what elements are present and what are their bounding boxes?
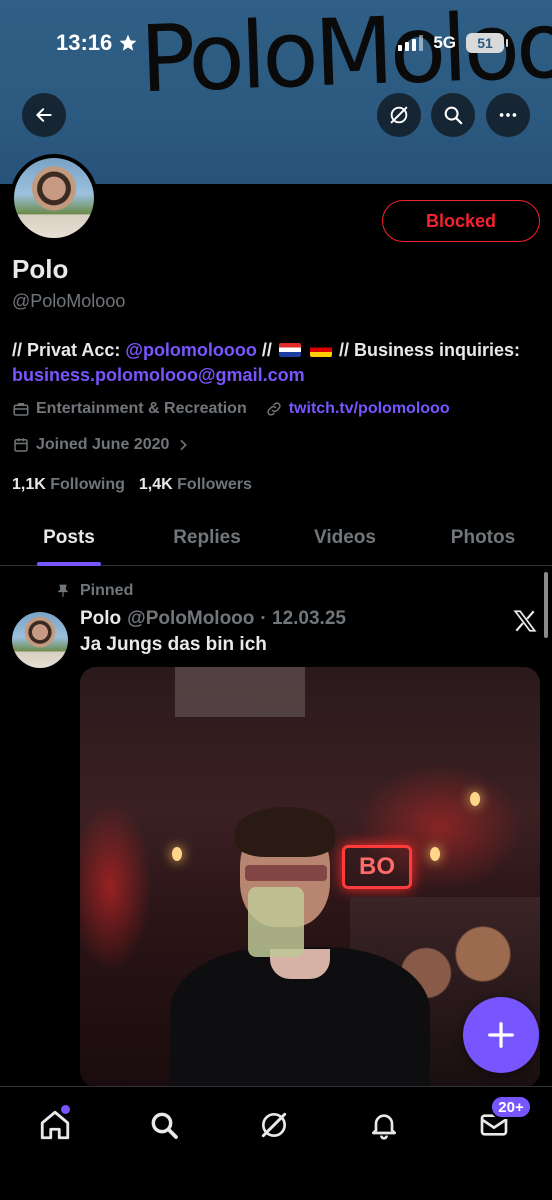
joined-date: Joined June 2020 xyxy=(36,436,170,453)
pinned-label: Pinned xyxy=(80,582,134,599)
followers-label: Followers xyxy=(177,476,252,493)
grok-icon xyxy=(261,1112,287,1138)
tab-photos[interactable]: Photos xyxy=(414,510,552,565)
search-icon xyxy=(444,106,463,125)
notifications-icon xyxy=(372,1114,396,1140)
profile-avatar[interactable] xyxy=(10,154,98,242)
more-button[interactable] xyxy=(486,93,530,137)
pin-icon xyxy=(57,584,69,597)
grok-icon xyxy=(390,106,408,124)
network-label: 5G xyxy=(433,33,456,52)
follow-stats: 1,1K Following 1,4K Followers xyxy=(12,476,252,494)
post-author-name[interactable]: Polo xyxy=(80,608,121,630)
plus-icon xyxy=(488,1022,514,1048)
following-count: 1,1K xyxy=(12,476,46,493)
bio-email-link[interactable]: business.polomolooo@gmail.com xyxy=(12,365,305,385)
more-icon xyxy=(499,113,517,117)
photo-person-glasses xyxy=(245,865,327,881)
post-avatar[interactable] xyxy=(12,612,68,668)
photo-neon-sign: BO xyxy=(342,845,412,889)
post-text: Ja Jungs das bin ich xyxy=(80,634,267,655)
tab-videos[interactable]: Videos xyxy=(276,510,414,565)
profile-website-link[interactable]: twitch.tv/polomolooo xyxy=(289,400,450,418)
search-icon xyxy=(151,1112,178,1139)
bio-private-link[interactable]: @polomoloooo xyxy=(125,340,257,360)
tab-replies[interactable]: Replies xyxy=(138,510,276,565)
nav-home[interactable] xyxy=(31,1101,79,1149)
briefcase-icon xyxy=(13,403,29,416)
scrollbar[interactable] xyxy=(544,572,548,638)
germany-flag-icon xyxy=(309,343,332,357)
profile-meta-row: Entertainment & Recreation twitch.tv/pol… xyxy=(12,400,450,418)
grok-button[interactable] xyxy=(377,93,421,137)
back-button[interactable] xyxy=(22,93,66,137)
battery-icon: 51 xyxy=(466,33,508,53)
status-indicators: 5G 51 xyxy=(398,33,508,53)
photo-ceiling-vent xyxy=(175,667,305,717)
following-label: Following xyxy=(50,476,125,493)
following-stat[interactable]: 1,1K Following xyxy=(12,476,125,494)
star-icon xyxy=(119,34,137,51)
bottom-nav: 20+ xyxy=(0,1086,552,1200)
profile-banner[interactable]: PoloMolooo xyxy=(0,0,552,184)
croatia-flag-icon xyxy=(278,343,301,357)
nav-search[interactable] xyxy=(140,1101,188,1149)
followers-count: 1,4K xyxy=(138,476,173,493)
battery-level: 51 xyxy=(477,35,493,51)
nav-notifications[interactable] xyxy=(360,1101,408,1149)
profile-bio: // Privat Acc: @polomoloooo // // Busine… xyxy=(12,338,532,388)
followers-stat[interactable]: 1,4K Followers xyxy=(139,476,252,494)
profile-name: Polo xyxy=(12,254,69,284)
photo-bulb xyxy=(172,847,182,861)
nav-grok[interactable] xyxy=(250,1101,298,1149)
bio-mid: // xyxy=(256,340,277,360)
banner-handwriting: PoloMolooo xyxy=(138,0,552,114)
link-icon xyxy=(267,402,281,416)
status-time: 13:16 xyxy=(56,30,138,56)
tab-posts[interactable]: Posts xyxy=(0,510,138,565)
joined-row[interactable]: Joined June 2020 xyxy=(12,436,191,454)
post-header: Polo @PoloMolooo · 12.03.25 xyxy=(80,608,346,630)
nav-messages[interactable]: 20+ xyxy=(470,1095,532,1149)
compose-post-button[interactable] xyxy=(463,997,539,1073)
status-time-text: 13:16 xyxy=(56,30,113,55)
home-unread-dot xyxy=(61,1105,70,1114)
pinned-indicator: Pinned xyxy=(56,582,133,600)
chevron-right-icon xyxy=(180,439,188,451)
photo-person-hair xyxy=(235,807,335,857)
x-logo-icon[interactable] xyxy=(512,608,538,634)
photo-bulb xyxy=(430,847,440,861)
bio-prefix: // Privat Acc: xyxy=(12,340,126,360)
profile-tabs: Posts Replies Videos Photos xyxy=(0,510,552,566)
photo-drink-glass xyxy=(248,887,304,957)
bio-mid2: // Business inquiries: xyxy=(333,340,520,360)
back-arrow-icon xyxy=(36,108,52,122)
profile-handle: @PoloMolooo xyxy=(12,291,126,311)
messages-badge: 20+ xyxy=(490,1095,532,1119)
profile-category: Entertainment & Recreation xyxy=(36,400,247,417)
search-button[interactable] xyxy=(431,93,475,137)
photo-bulb xyxy=(470,792,480,806)
signal-icon xyxy=(398,35,424,51)
calendar-icon xyxy=(14,438,28,452)
blocked-button[interactable]: Blocked xyxy=(382,200,540,242)
post-date: · 12.03.25 xyxy=(260,608,346,629)
post-author-handle: @PoloMolooo xyxy=(127,608,255,629)
